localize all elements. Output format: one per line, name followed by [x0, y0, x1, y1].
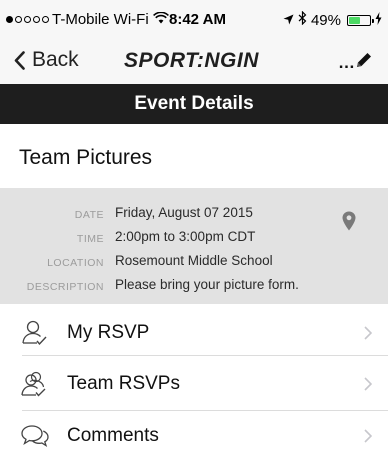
status-bar: T-Mobile Wi-Fi 8:42 AM 49% [0, 0, 388, 38]
comments-item[interactable]: Comments [0, 414, 388, 457]
event-title: Team Pictures [19, 146, 153, 169]
location-label: LOCATION [47, 257, 104, 269]
location-value: Rosemount Middle School [115, 253, 273, 268]
status-right: 49% [283, 10, 382, 29]
my-rsvp-item[interactable]: My RSVP [0, 311, 388, 355]
chevron-left-icon [14, 50, 25, 70]
event-details-panel: DATE Friday, August 07 2015 TIME 2:00pm … [0, 188, 388, 304]
description-label: DESCRIPTION [26, 281, 104, 293]
list-divider [22, 355, 388, 356]
time-value: 2:00pm to 3:00pm CDT [115, 229, 256, 244]
chat-bubbles-icon [20, 422, 50, 455]
signal-strength-icon [6, 16, 49, 23]
chevron-right-icon [364, 429, 373, 448]
battery-level [349, 16, 360, 24]
my-rsvp-label: My RSVP [67, 322, 150, 343]
description-value: Please bring your picture form. [115, 277, 299, 292]
section-header: Event Details [0, 84, 388, 124]
carrier-name: T-Mobile Wi-Fi [52, 11, 149, 28]
map-pin-icon[interactable] [342, 211, 356, 236]
pencil-icon [357, 53, 371, 67]
list-divider [22, 410, 388, 411]
team-rsvps-label: Team RSVPs [67, 373, 180, 394]
time-row: TIME 2:00pm to 3:00pm CDT [0, 229, 388, 249]
chevron-right-icon [364, 377, 373, 396]
status-time: 8:42 AM [169, 11, 226, 28]
date-value: Friday, August 07 2015 [115, 205, 253, 220]
battery-icon [347, 14, 374, 26]
edit-button[interactable]: … [338, 52, 372, 72]
wifi-icon [152, 11, 169, 28]
status-left: T-Mobile Wi-Fi [6, 11, 174, 28]
charging-icon [375, 11, 382, 29]
location-arrow-icon [283, 12, 294, 29]
app-logo: SPORT:NGIN [124, 49, 259, 72]
comments-label: Comments [67, 425, 159, 446]
nav-bar: Back SPORT:NGIN … [0, 38, 388, 84]
back-button[interactable]: Back [14, 48, 79, 72]
date-row: DATE Friday, August 07 2015 [0, 205, 388, 225]
people-icon [20, 370, 48, 403]
date-label: DATE [74, 209, 104, 221]
chevron-right-icon [364, 326, 373, 345]
team-rsvps-item[interactable]: Team RSVPs [0, 362, 388, 406]
description-row: DESCRIPTION Please bring your picture fo… [0, 277, 388, 297]
location-row: LOCATION Rosemount Middle School [0, 253, 388, 273]
battery-percent: 49% [310, 11, 341, 29]
back-label: Back [32, 48, 79, 71]
ellipsis-icon: … [338, 53, 355, 72]
person-icon [20, 319, 48, 352]
time-label: TIME [76, 233, 104, 245]
bluetooth-icon [298, 10, 307, 29]
